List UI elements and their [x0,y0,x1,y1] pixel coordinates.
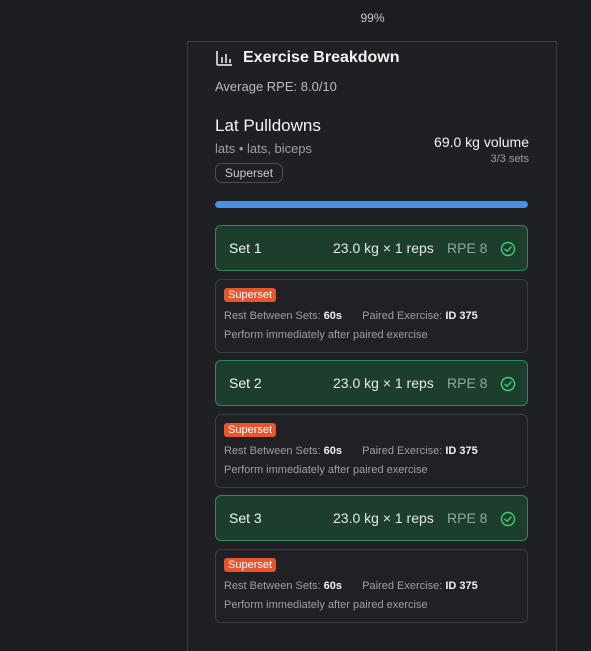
sets-completed: 3/3 sets [490,153,529,165]
superset-badge: Superset [224,288,277,302]
exercise-volume: 69.0 kg volume [434,134,529,150]
superset-note: Superset Rest Between Sets: 60s Paired E… [215,549,528,623]
exercise-name: Lat Pulldowns [215,116,321,135]
set-weight-reps: 23.0 kg × 1 reps [333,240,434,256]
set-row[interactable]: Set 2 23.0 kg × 1 reps RPE 8 [215,360,528,406]
paired-label: Paired Exercise: [362,445,443,457]
rest-and-paired: Rest Between Sets: 60s Paired Exercise: … [224,310,478,322]
exercise-breakdown-panel: Exercise Breakdown Average RPE: 8.0/10 L… [187,41,557,651]
paired-value: ID 375 [445,580,478,592]
rest-label: Rest Between Sets: [224,445,321,457]
zoom-level: 99% [360,11,385,25]
set-label: Set 2 [229,375,262,391]
rest-value: 60s [323,580,343,592]
superset-instruction: Perform immediately after paired exercis… [224,599,428,611]
set-weight-reps: 23.0 kg × 1 reps [333,375,434,391]
check-circle-icon [500,376,516,392]
paired-label: Paired Exercise: [362,580,443,592]
superset-badge: Superset [224,558,277,572]
rest-value: 60s [323,445,343,457]
section-title: Exercise Breakdown [243,49,400,66]
set-label: Set 3 [229,510,262,526]
rest-and-paired: Rest Between Sets: 60s Paired Exercise: … [224,445,478,457]
superset-instruction: Perform immediately after paired exercis… [224,464,428,476]
paired-value: ID 375 [445,310,478,322]
rest-and-paired: Rest Between Sets: 60s Paired Exercise: … [224,580,478,592]
progress-fill [215,201,528,208]
set-rpe: RPE 8 [447,240,488,256]
paired-value: ID 375 [445,445,478,457]
set-label: Set 1 [229,240,262,256]
superset-instruction: Perform immediately after paired exercis… [224,329,428,341]
set-row[interactable]: Set 1 23.0 kg × 1 reps RPE 8 [215,225,528,271]
superset-note: Superset Rest Between Sets: 60s Paired E… [215,279,528,353]
average-rpe: Average RPE: 8.0/10 [215,79,337,94]
rest-label: Rest Between Sets: [224,580,321,592]
superset-note: Superset Rest Between Sets: 60s Paired E… [215,414,528,488]
rest-label: Rest Between Sets: [224,310,321,322]
paired-label: Paired Exercise: [362,310,443,322]
set-rpe: RPE 8 [447,375,488,391]
section-header: Exercise Breakdown [215,48,400,68]
superset-tag: Superset [215,163,284,183]
rest-value: 60s [323,310,343,322]
set-weight-reps: 23.0 kg × 1 reps [333,510,434,526]
exercise-muscles: lats • lats, biceps [215,141,313,156]
set-row[interactable]: Set 3 23.0 kg × 1 reps RPE 8 [215,495,528,541]
bar-chart-icon [216,51,232,66]
exercise-progress-bar [215,201,528,208]
check-circle-icon [500,241,516,257]
set-rpe: RPE 8 [447,510,488,526]
check-circle-icon [500,511,516,527]
superset-badge: Superset [224,423,277,437]
